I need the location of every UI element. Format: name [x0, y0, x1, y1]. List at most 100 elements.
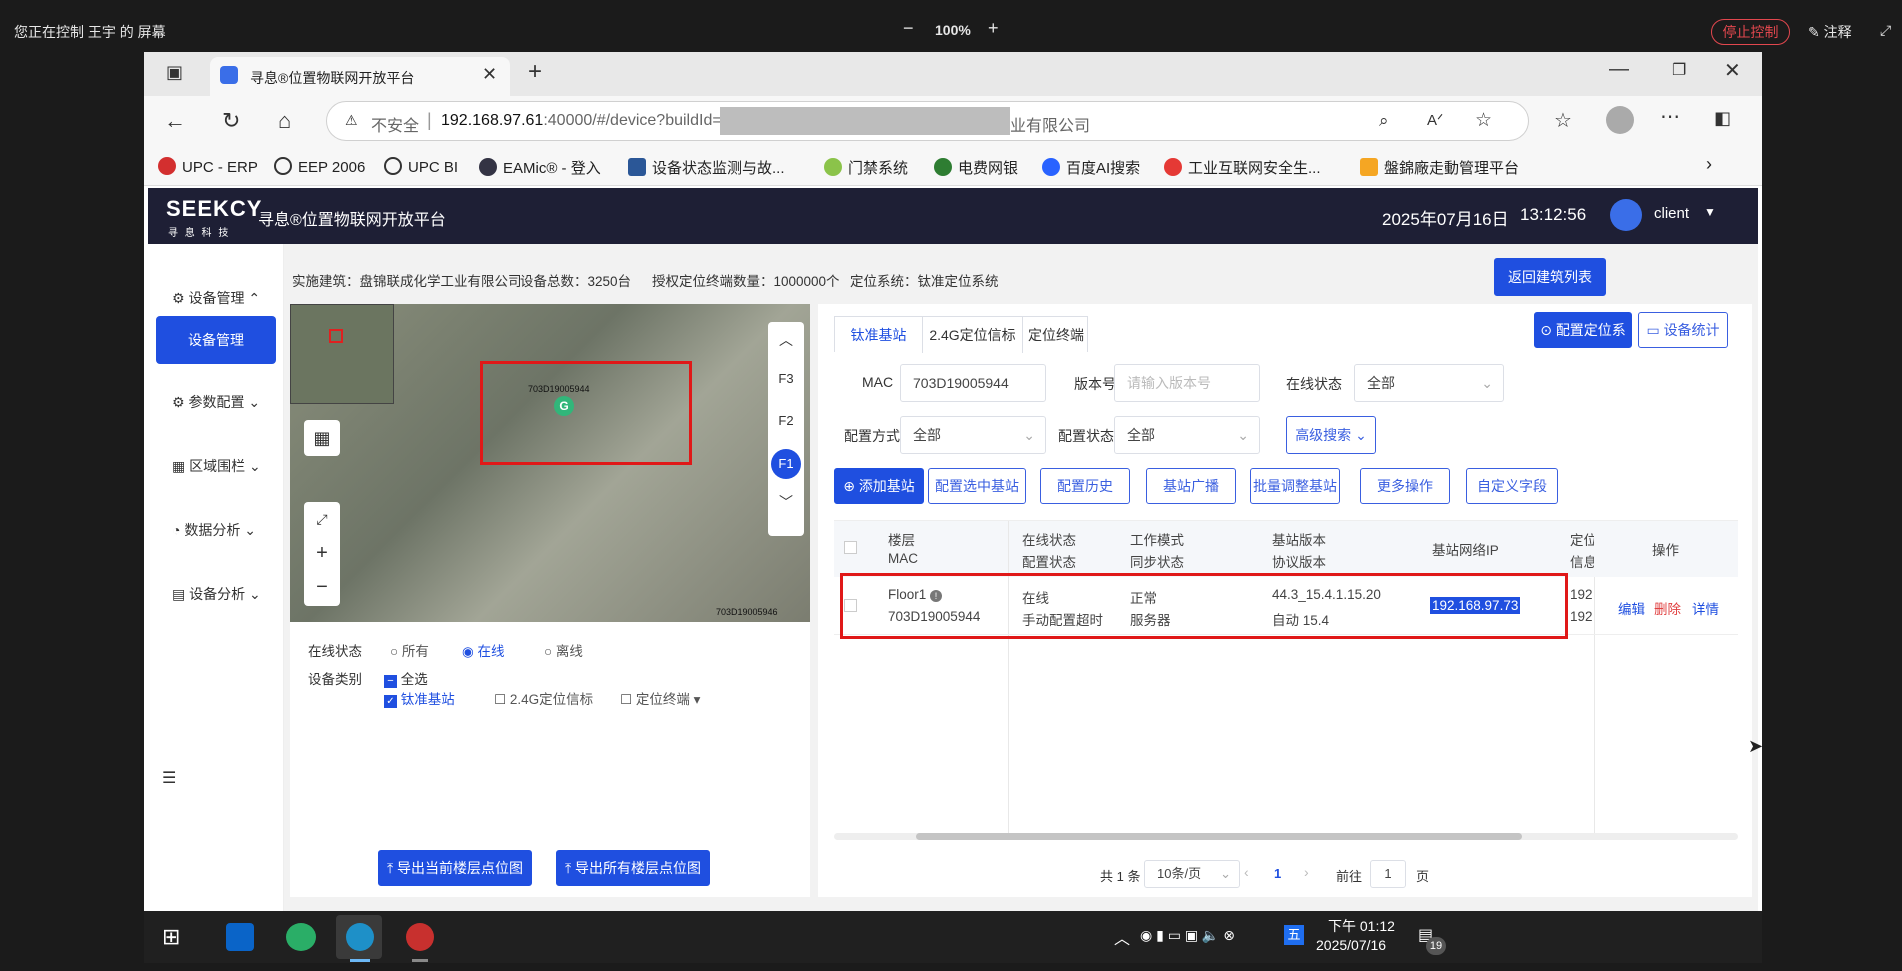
- sidebar-group-device-mgmt[interactable]: ⚙ 设备管理 ⌃: [172, 288, 268, 308]
- device-stats-button[interactable]: ▭ 设备统计: [1638, 312, 1728, 348]
- restore-icon[interactable]: ❐: [1672, 60, 1686, 80]
- bookmark-access[interactable]: 门禁系统: [824, 157, 908, 178]
- horizontal-scrollbar[interactable]: [834, 833, 1738, 840]
- browser-tab[interactable]: 寻息®位置物联网开放平台 ✕: [210, 57, 510, 96]
- zoom-out-button[interactable]: −: [903, 18, 914, 39]
- grid-layer-icon[interactable]: ▦: [304, 420, 340, 456]
- tray-icons[interactable]: ◉ ▮ ▭ ▣ 🔈 ⊗: [1140, 927, 1235, 944]
- next-page-icon[interactable]: ›: [1304, 864, 1309, 880]
- bookmark-bank[interactable]: 电费网银: [934, 157, 1018, 178]
- prev-page-icon[interactable]: ‹: [1244, 864, 1249, 880]
- radio-all[interactable]: ○ 所有: [390, 640, 429, 660]
- config-mode-select[interactable]: 全部 ⌄: [900, 416, 1046, 454]
- bookmark-industrial[interactable]: 工业互联网安全生...: [1164, 157, 1321, 178]
- config-history-button[interactable]: 配置历史: [1040, 468, 1130, 504]
- detail-link[interactable]: 详情: [1692, 598, 1719, 618]
- close-tab-icon[interactable]: ✕: [482, 64, 497, 85]
- batch-adjust-button[interactable]: 批量调整基站: [1250, 468, 1340, 504]
- export-current-button[interactable]: ⤒ 导出当前楼层点位图: [378, 850, 532, 886]
- edge-icon[interactable]: [346, 923, 374, 951]
- floor-f1-active[interactable]: F1: [771, 449, 801, 479]
- favorites-icon[interactable]: ☆: [1554, 108, 1572, 133]
- mac-input[interactable]: 703D19005944: [900, 364, 1046, 402]
- bookmark-eep[interactable]: EEP 2006: [274, 157, 365, 176]
- add-station-button[interactable]: ⊕ 添加基站: [834, 468, 924, 504]
- home-icon[interactable]: ⌂: [278, 108, 291, 134]
- sidebar-item-params[interactable]: ⚙ 参数配置 ⌄: [172, 392, 268, 412]
- expand-icon[interactable]: ⤢: [1880, 22, 1891, 39]
- goto-page-input[interactable]: 1: [1370, 860, 1406, 888]
- zoom-in-icon[interactable]: +: [304, 536, 340, 570]
- bookmark-upc-bi[interactable]: UPC BI: [384, 157, 458, 176]
- zoom-in-button[interactable]: +: [988, 18, 999, 39]
- minimap[interactable]: [290, 304, 394, 404]
- more-menu-icon[interactable]: ⋯: [1660, 104, 1680, 129]
- bookmark-eamic[interactable]: EAMic® - 登入: [479, 157, 601, 178]
- favorite-icon[interactable]: ☆: [1475, 109, 1492, 132]
- floor-f3[interactable]: F3: [768, 358, 804, 400]
- export-all-button[interactable]: ⤒ 导出所有楼层点位图: [556, 850, 710, 886]
- satellite-map[interactable]: 703D19005944 G 703D19005946 ▦ ⤢ + − ︿ F3…: [290, 304, 810, 622]
- bookmark-baidu[interactable]: 百度AI搜索: [1042, 157, 1140, 178]
- sidebar-item-device-analysis[interactable]: ▤ 设备分析 ⌄: [172, 584, 268, 604]
- bookmark-upc-erp[interactable]: UPC - ERP: [158, 157, 258, 176]
- address-bar[interactable]: ⚠ 不安全 | 192.168.97.61:40000/#/device?bui…: [326, 101, 1529, 141]
- bookmark-device-monitor[interactable]: 设备状态监测与故...: [628, 157, 785, 178]
- sidebar-toggle-icon[interactable]: ◧: [1714, 108, 1731, 129]
- floor-f2[interactable]: F2: [768, 400, 804, 442]
- sidebar-item-device-mgmt-active[interactable]: 设备管理: [156, 316, 276, 364]
- new-tab-icon[interactable]: +: [528, 58, 542, 86]
- chevron-right-icon[interactable]: ›: [1706, 154, 1712, 175]
- minimize-icon[interactable]: —: [1609, 58, 1629, 81]
- tab-actions-icon[interactable]: ▣: [166, 62, 183, 83]
- checkbox-terminal[interactable]: ☐ 定位终端 ▾: [620, 688, 700, 708]
- remote-app-icon[interactable]: [406, 923, 434, 951]
- stop-control-button[interactable]: 停止控制: [1711, 19, 1790, 45]
- collapse-menu-icon[interactable]: ☰: [162, 768, 176, 788]
- station-broadcast-button[interactable]: 基站广播: [1146, 468, 1236, 504]
- online-status-select[interactable]: 全部 ⌄: [1354, 364, 1504, 402]
- sidebar-item-fence[interactable]: ▦ 区域围栏 ⌄: [172, 456, 268, 476]
- tab-base-station[interactable]: 钛准基站: [835, 317, 923, 353]
- refresh-icon[interactable]: ↻: [222, 108, 240, 134]
- profile-avatar[interactable]: [1606, 106, 1634, 134]
- config-selected-button[interactable]: 配置选中基站: [928, 468, 1026, 504]
- user-name[interactable]: client: [1654, 205, 1689, 222]
- current-page[interactable]: 1: [1274, 866, 1281, 881]
- close-window-icon[interactable]: ✕: [1724, 58, 1741, 83]
- floor-down-icon[interactable]: ﹀: [768, 484, 804, 520]
- fullscreen-icon[interactable]: ⤢: [304, 502, 340, 536]
- device-marker-icon[interactable]: G: [554, 396, 574, 416]
- floor-up-icon[interactable]: ︿: [768, 322, 804, 358]
- read-aloud-icon[interactable]: Aᐟ: [1427, 111, 1443, 129]
- tab-beacon[interactable]: 2.4G定位信标: [923, 317, 1023, 353]
- tab-terminal[interactable]: 定位终端: [1023, 317, 1089, 353]
- advanced-search-button[interactable]: 高级搜索 ⌄: [1286, 416, 1376, 454]
- caret-down-icon[interactable]: ▼: [1704, 205, 1716, 219]
- bookmark-panjin[interactable]: 盤錦廠走動管理平台: [1360, 157, 1519, 178]
- wechat-icon[interactable]: [286, 923, 316, 951]
- zoom-page-icon[interactable]: ⌕: [1379, 111, 1389, 131]
- zoom-out-icon[interactable]: −: [304, 570, 340, 604]
- windows-start-icon[interactable]: ⊞: [162, 924, 180, 950]
- delete-link[interactable]: 删除: [1654, 598, 1681, 618]
- config-state-select[interactable]: 全部 ⌄: [1114, 416, 1260, 454]
- checkbox-base-station[interactable]: ✓ 钛准基站: [384, 688, 455, 708]
- sidebar-item-data[interactable]: ◔ 数据分析 ⌄: [172, 520, 268, 540]
- annotate-button[interactable]: ✎ 注释: [1808, 22, 1852, 42]
- scrollbar-thumb[interactable]: [916, 833, 1522, 840]
- checkbox-beacon[interactable]: ☐ 2.4G定位信标: [494, 688, 593, 708]
- version-input[interactable]: 请输入版本号: [1114, 364, 1260, 402]
- edit-link[interactable]: 编辑: [1618, 598, 1645, 618]
- back-to-buildings-button[interactable]: 返回建筑列表: [1494, 258, 1606, 296]
- checkbox-select-all[interactable]: − 全选: [384, 668, 428, 688]
- page-size-select[interactable]: 10条/页 ⌄: [1144, 860, 1240, 888]
- config-system-button[interactable]: ⊙ 配置定位系统: [1534, 312, 1632, 372]
- tray-expand-icon[interactable]: ︿: [1114, 925, 1130, 949]
- radio-offline[interactable]: ○ 离线: [544, 640, 583, 660]
- outlook-icon[interactable]: [226, 923, 254, 951]
- custom-fields-button[interactable]: 自定义字段: [1466, 468, 1558, 504]
- radio-online[interactable]: ◉ 在线: [462, 640, 505, 660]
- select-all-checkbox[interactable]: [844, 541, 857, 554]
- more-actions-button[interactable]: 更多操作: [1360, 468, 1450, 504]
